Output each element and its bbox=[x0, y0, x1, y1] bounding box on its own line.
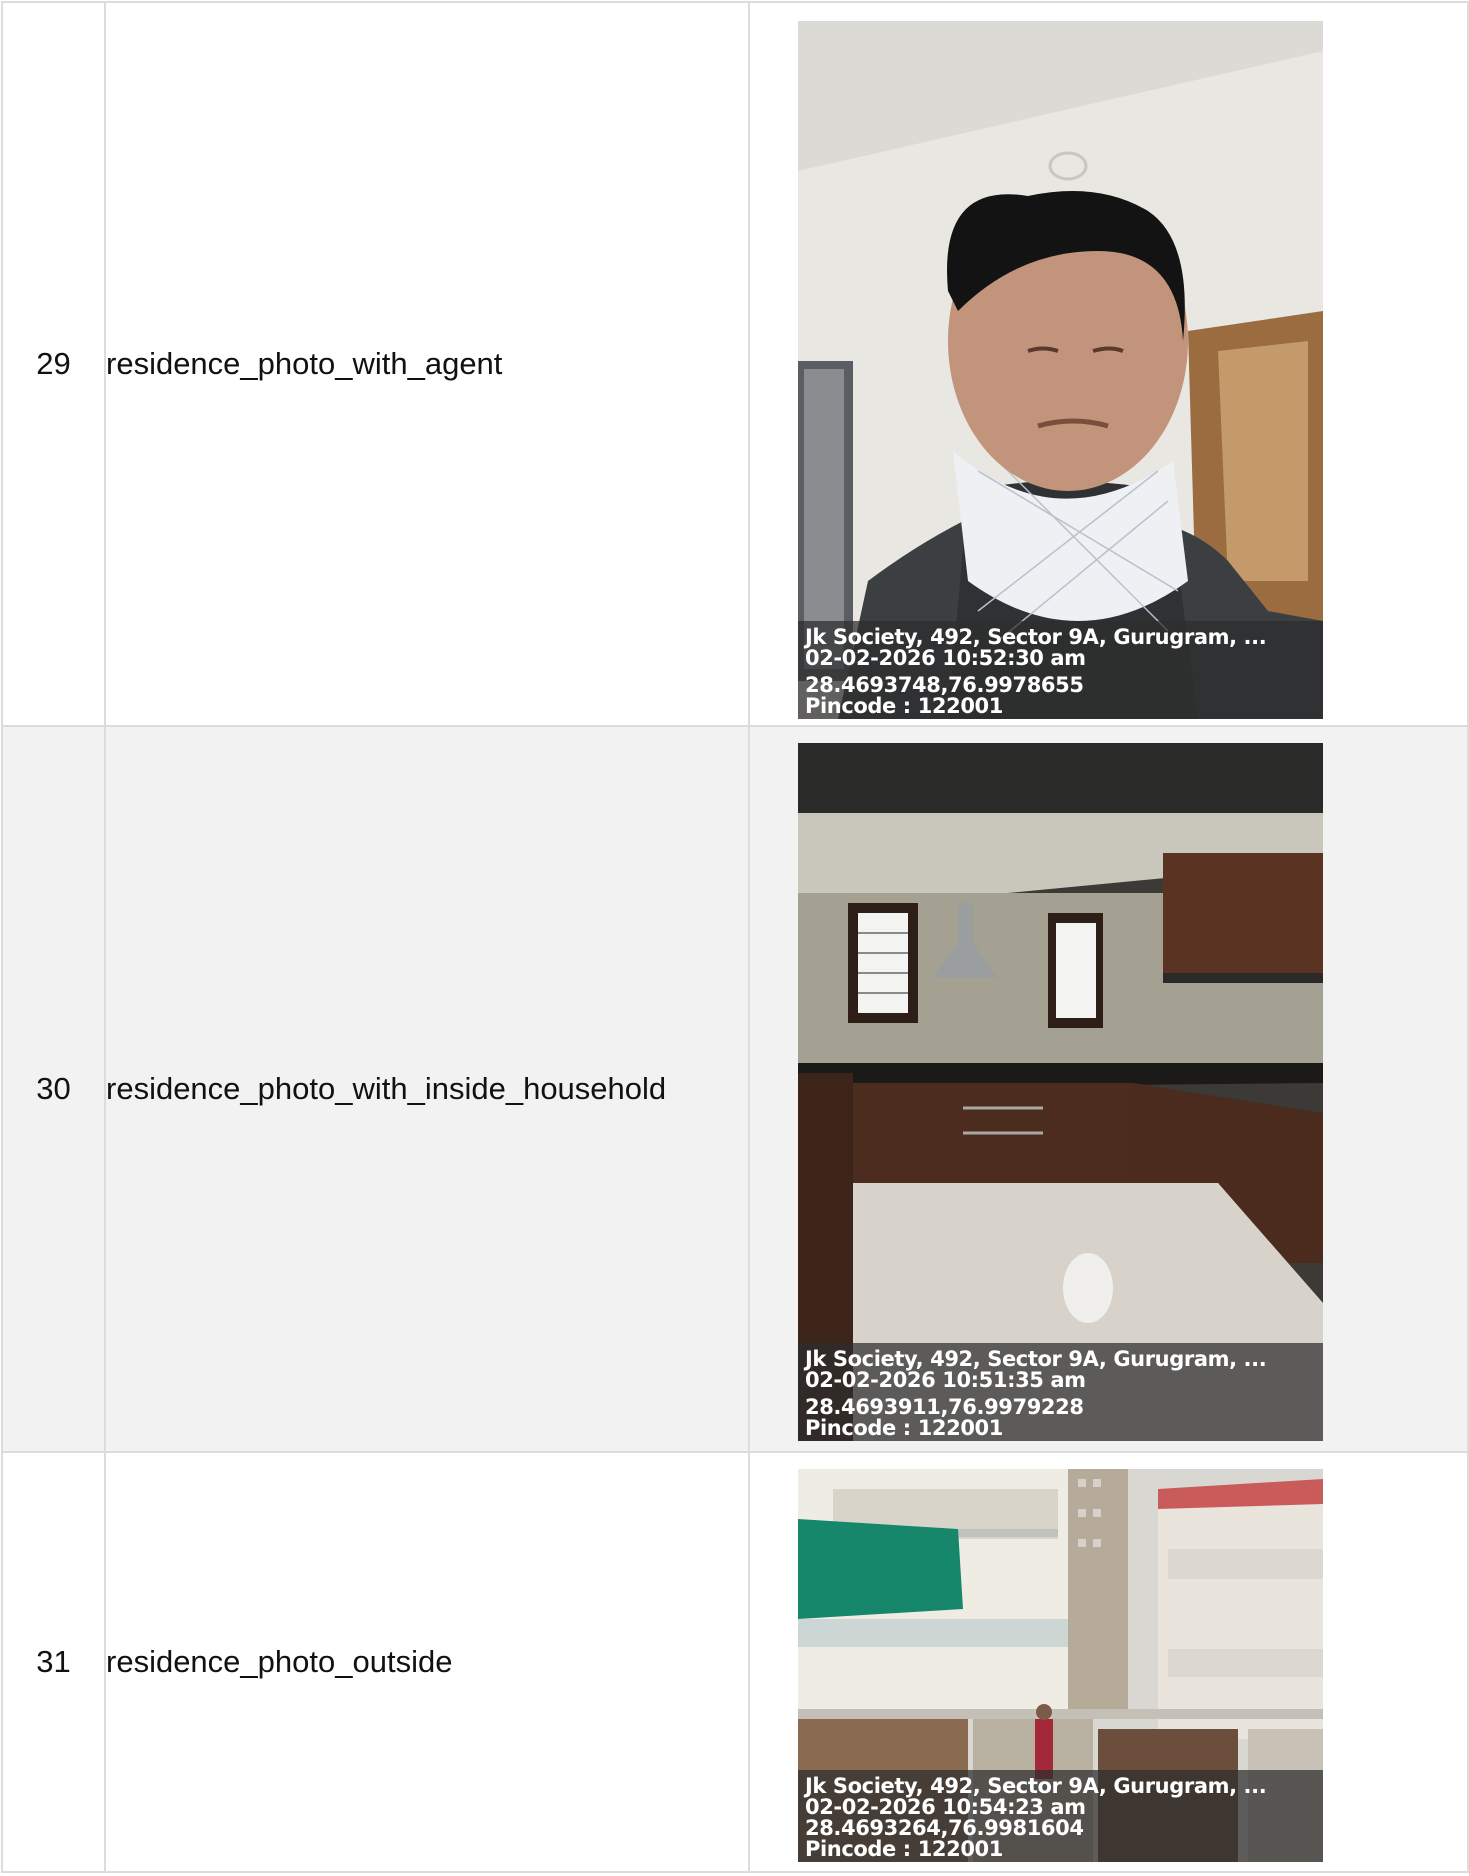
residence-photo-agent[interactable]: Jk Society, 492, Sector 9A, Gurugram, ..… bbox=[798, 21, 1323, 719]
selfie-photo-illustration bbox=[798, 21, 1323, 719]
photo-cell: Jk Society, 492, Sector 9A, Gurugram, ..… bbox=[748, 1, 1469, 727]
photo-table: 29 residence_photo_with_agent Jk Society… bbox=[1, 1, 1469, 1873]
photo-geo-stamp: Jk Society, 492, Sector 9A, Gurugram, ..… bbox=[798, 621, 1323, 719]
photo-cell: Jk Society, 492, Sector 9A, Gurugram, ..… bbox=[748, 1451, 1469, 1873]
stamp-address: Jk Society, 492, Sector 9A, Gurugram, ..… bbox=[805, 1347, 1267, 1371]
stamp-pincode: Pincode : 122001 bbox=[805, 1416, 1003, 1440]
row-label: residence_photo_with_inside_household bbox=[104, 725, 750, 1453]
stamp-coordinates: 28.4693911,76.9979228 bbox=[805, 1395, 1084, 1419]
stamp-coordinates: 28.4693748,76.9978655 bbox=[805, 673, 1084, 697]
residence-photo-outside[interactable]: Jk Society, 492, Sector 9A, Gurugram, ..… bbox=[798, 1469, 1323, 1862]
stamp-address: Jk Society, 492, Sector 9A, Gurugram, ..… bbox=[805, 625, 1267, 649]
table-row: 29 residence_photo_with_agent Jk Society… bbox=[1, 1, 1469, 727]
photo-cell: Jk Society, 492, Sector 9A, Gurugram, ..… bbox=[748, 725, 1469, 1453]
row-index: 29 bbox=[1, 1, 106, 727]
table-row: 30 residence_photo_with_inside_household bbox=[1, 725, 1469, 1453]
residence-photo-inside[interactable]: Jk Society, 492, Sector 9A, Gurugram, ..… bbox=[798, 743, 1323, 1441]
stamp-address: Jk Society, 492, Sector 9A, Gurugram, ..… bbox=[805, 1774, 1267, 1798]
stamp-pincode: Pincode : 122001 bbox=[805, 1837, 1003, 1861]
stamp-datetime: 02-02-2026 10:52:30 am bbox=[805, 646, 1086, 670]
stamp-coordinates: 28.4693264,76.9981604 bbox=[805, 1816, 1084, 1840]
row-index: 31 bbox=[1, 1451, 106, 1873]
row-label: residence_photo_outside bbox=[104, 1451, 750, 1873]
stamp-pincode: Pincode : 122001 bbox=[805, 694, 1003, 718]
photo-geo-stamp: Jk Society, 492, Sector 9A, Gurugram, ..… bbox=[798, 1343, 1323, 1441]
row-index: 30 bbox=[1, 725, 106, 1453]
stamp-datetime: 02-02-2026 10:51:35 am bbox=[805, 1368, 1086, 1392]
kitchen-photo-illustration bbox=[798, 743, 1323, 1441]
row-label: residence_photo_with_agent bbox=[104, 1, 750, 727]
photo-geo-stamp: Jk Society, 492, Sector 9A, Gurugram, ..… bbox=[798, 1770, 1323, 1862]
stamp-datetime: 02-02-2026 10:54:23 am bbox=[805, 1795, 1086, 1819]
table-row: 31 residence_photo_outside Jk Society, 4… bbox=[1, 1451, 1469, 1873]
